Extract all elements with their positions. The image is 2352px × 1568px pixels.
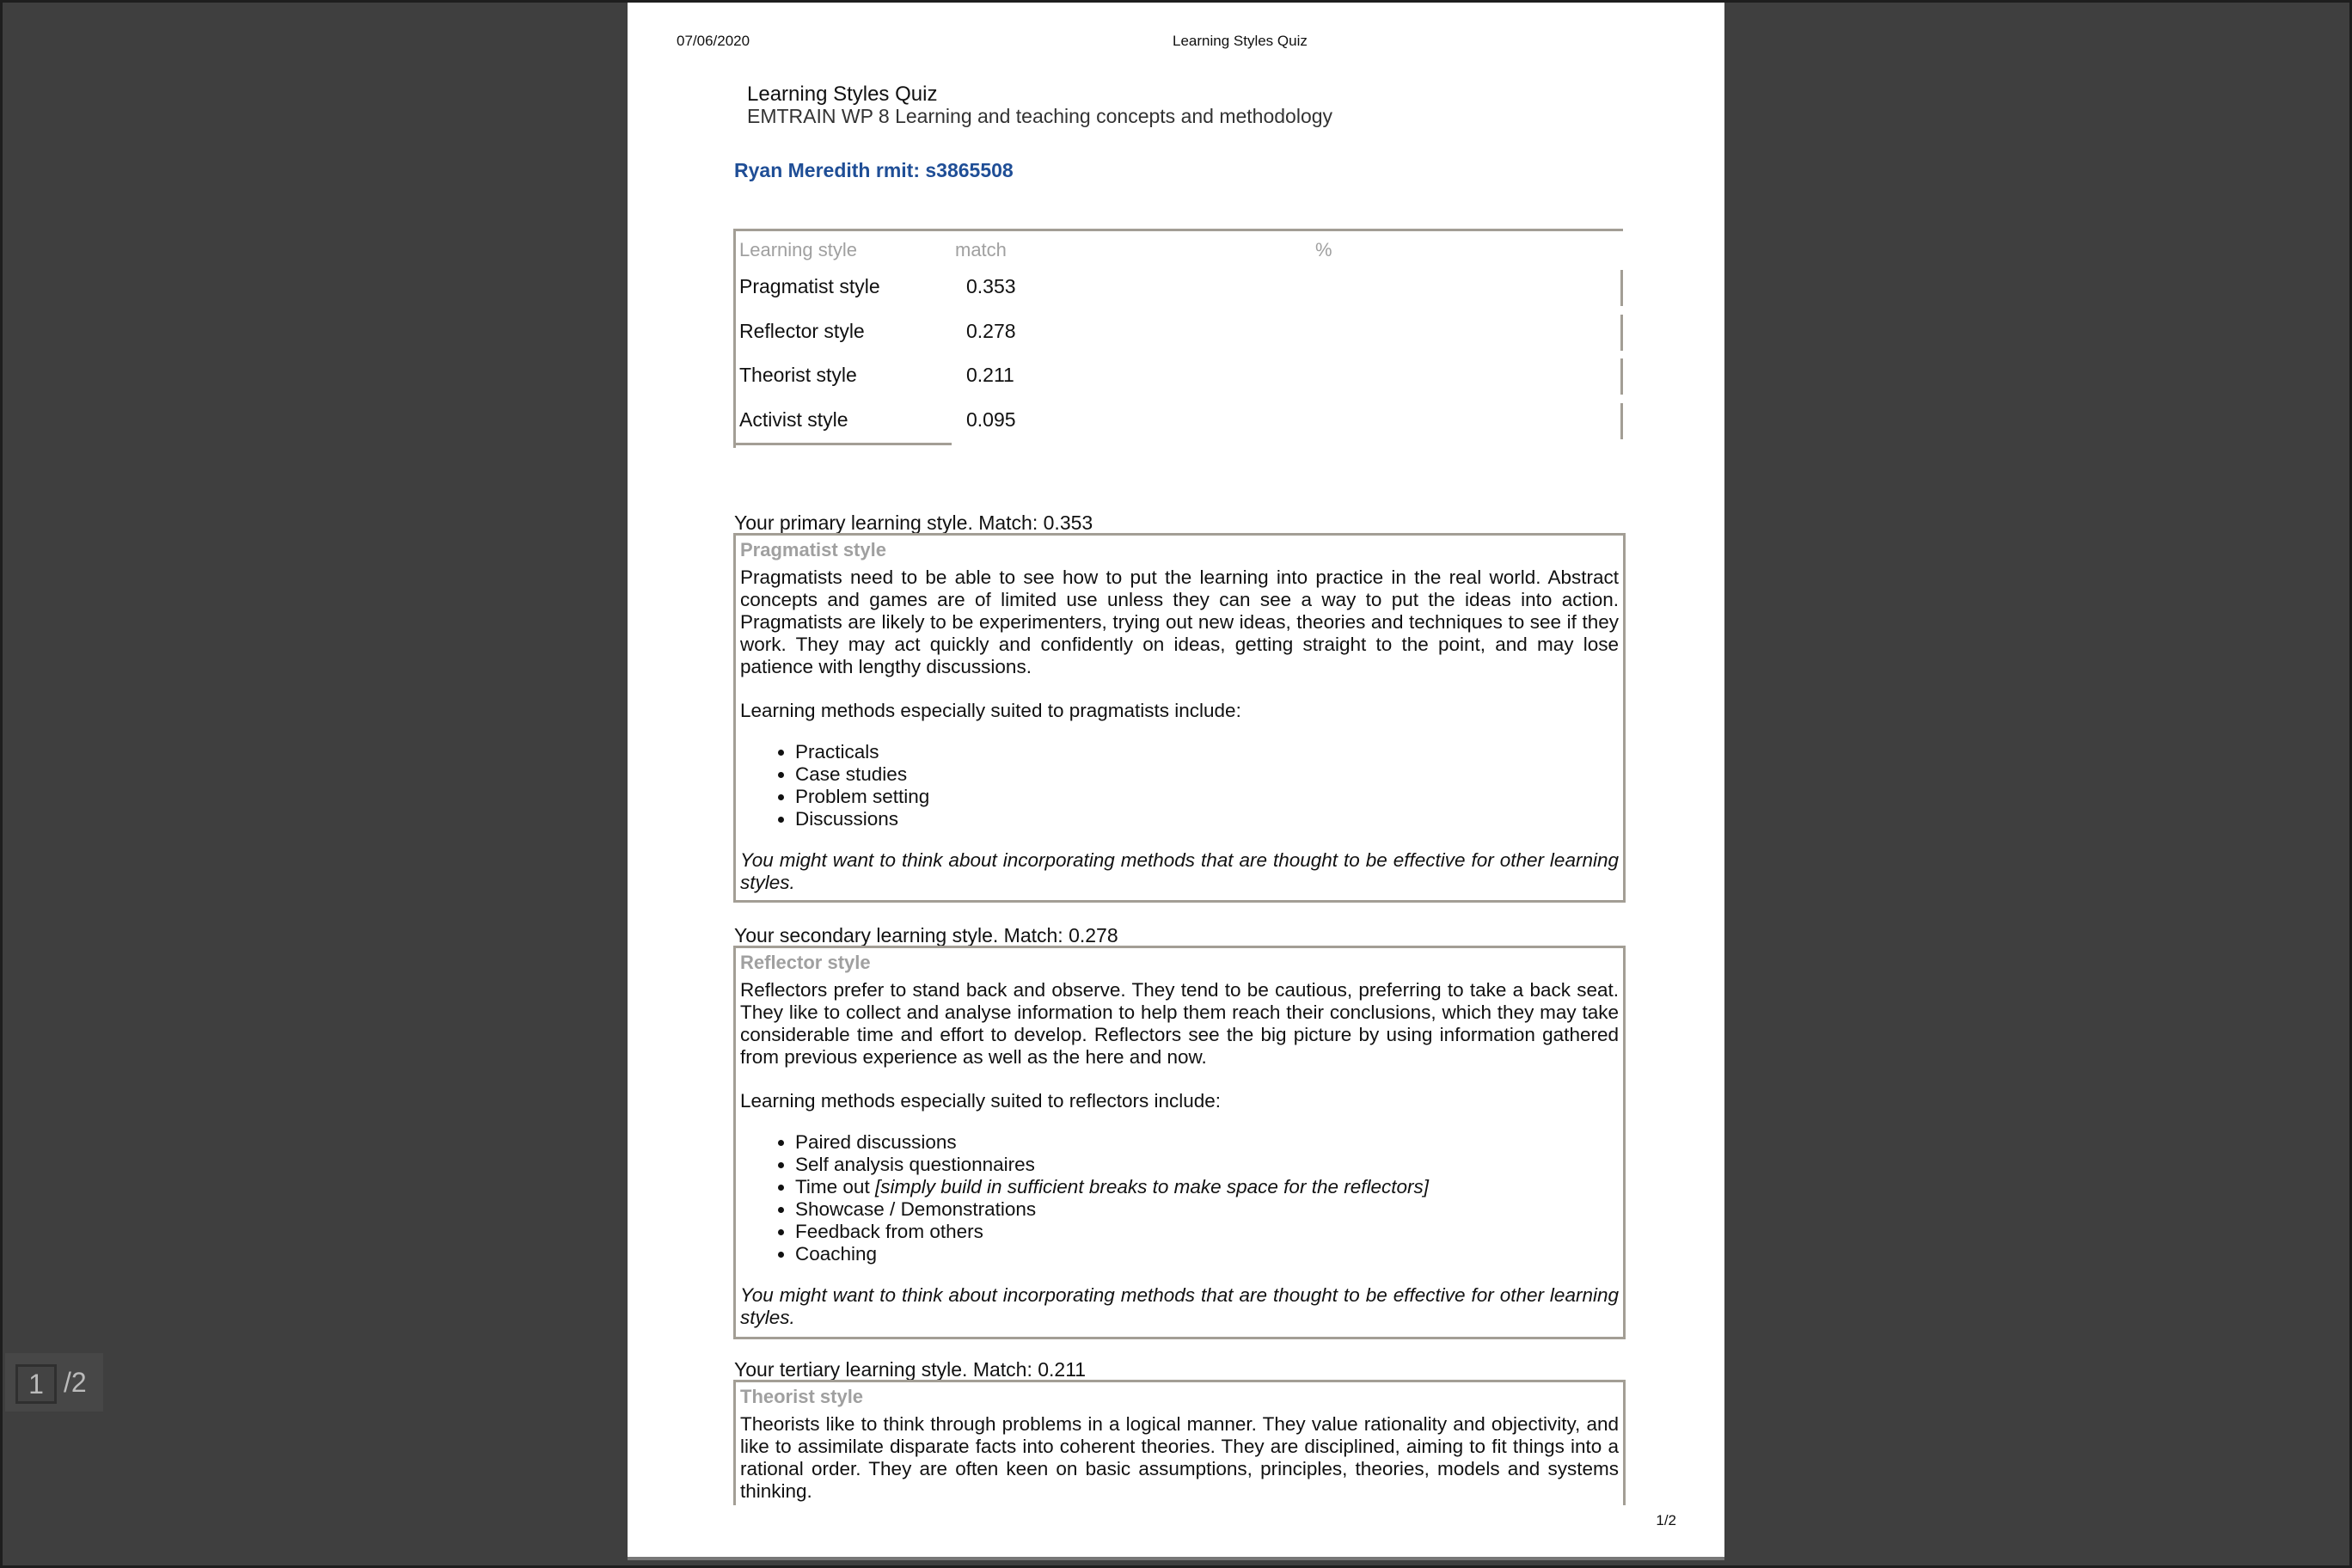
primary-style-heading: Pragmatist style: [740, 539, 886, 560]
list-item: Case studies: [795, 763, 1619, 786]
current-page-input[interactable]: 1: [15, 1364, 57, 1404]
result-match: 0.278: [966, 320, 1016, 342]
list-item: Discussions: [795, 808, 1619, 830]
quiz-subtitle: EMTRAIN WP 8 Learning and teaching conce…: [747, 105, 1333, 127]
print-page-number: 1/2: [1656, 1512, 1676, 1528]
print-date: 07/06/2020: [677, 33, 750, 49]
primary-style-box: Pragmatist style Pragmatists need to be …: [733, 533, 1626, 903]
header-percent: %: [1315, 239, 1332, 260]
print-title: Learning Styles Quiz: [1173, 33, 1308, 49]
secondary-style-label: Your secondary learning style. Match: 0.…: [734, 924, 1118, 946]
primary-note: You might want to think about incorporat…: [740, 849, 1619, 893]
secondary-style-box: Reflector style Reflectors prefer to sta…: [733, 946, 1626, 1339]
result-name: Theorist style: [739, 364, 857, 386]
primary-style-label: Your primary learning style. Match: 0.35…: [734, 511, 1093, 534]
header-match: match: [955, 239, 1007, 260]
user-name: Ryan Meredith rmit: s3865508: [734, 159, 1014, 181]
result-bar-border: [1620, 358, 1623, 395]
result-row-theorist: Theorist style 0.211: [736, 358, 1623, 395]
result-row-reflector: Reflector style 0.278: [736, 315, 1623, 351]
list-item: Practicals: [795, 741, 1619, 763]
list-item-note: [simply build in sufficient breaks to ma…: [874, 1176, 1429, 1197]
secondary-note: You might want to think about incorporat…: [740, 1284, 1619, 1328]
result-match: 0.353: [966, 275, 1016, 297]
list-item: Self analysis questionnaires: [795, 1154, 1619, 1176]
secondary-methods-intro: Learning methods especially suited to re…: [740, 1090, 1222, 1112]
result-match: 0.095: [966, 408, 1016, 431]
document-page: 07/06/2020 Learning Styles Quiz Learning…: [628, 3, 1724, 1560]
result-name: Reflector style: [739, 320, 865, 342]
list-item: Problem setting: [795, 786, 1619, 808]
primary-methods-list: Practicals Case studies Problem setting …: [740, 741, 1619, 830]
secondary-style-description: Reflectors prefer to stand back and obse…: [740, 979, 1619, 1068]
tertiary-style-label: Your tertiary learning style. Match: 0.2…: [734, 1358, 1087, 1381]
result-name: Pragmatist style: [739, 275, 880, 297]
secondary-methods-list: Paired discussions Self analysis questio…: [740, 1131, 1619, 1265]
result-name: Activist style: [739, 408, 848, 431]
page-counter: 1 /2: [5, 1353, 103, 1412]
page-bottom-margin: [628, 1505, 1724, 1557]
primary-methods-intro: Learning methods especially suited to pr…: [740, 700, 1241, 721]
quiz-title: Learning Styles Quiz: [747, 83, 938, 106]
result-bar-border: [1620, 315, 1623, 351]
result-row-activist: Activist style 0.095: [736, 403, 1623, 439]
list-item: Time out [simply build in sufficient bre…: [795, 1176, 1619, 1198]
tertiary-style-description: Theorists like to think through problems…: [740, 1413, 1619, 1502]
header-learning-style: Learning style: [739, 239, 857, 260]
secondary-style-heading: Reflector style: [740, 952, 871, 973]
list-item: Feedback from others: [795, 1221, 1619, 1243]
list-item: Paired discussions: [795, 1131, 1619, 1154]
total-pages: /2: [64, 1367, 87, 1398]
list-item: Showcase / Demonstrations: [795, 1198, 1619, 1221]
result-match: 0.211: [966, 364, 1014, 386]
result-row-pragmatist: Pragmatist style 0.353: [736, 270, 1623, 306]
list-item-text: Time out: [795, 1176, 870, 1197]
tertiary-style-heading: Theorist style: [740, 1386, 864, 1407]
primary-style-description: Pragmatists need to be able to see how t…: [740, 567, 1619, 677]
result-bar-border: [1620, 270, 1623, 306]
list-item: Coaching: [795, 1243, 1619, 1265]
result-bar-border: [1620, 403, 1623, 439]
results-table-border: [733, 443, 952, 445]
